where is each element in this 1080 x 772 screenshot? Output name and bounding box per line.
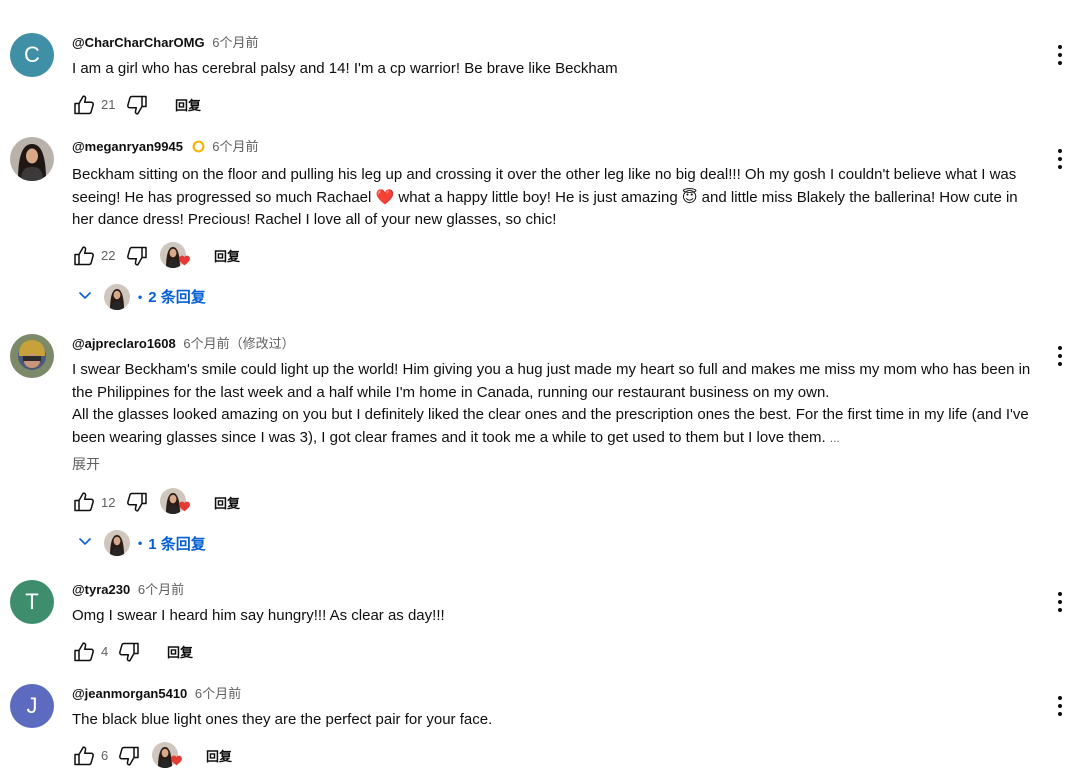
- comment-actions: 12 回复: [72, 488, 1035, 516]
- comment-paragraph: All the glasses looked amazing on you bu…: [72, 404, 1035, 449]
- replies-count: 1 条回复: [148, 535, 206, 553]
- comment-time[interactable]: 6个月前（修改过）: [183, 336, 294, 351]
- comment-text: The black blue light ones they are the p…: [72, 709, 1035, 732]
- like-count: 6: [101, 748, 109, 763]
- reply-button[interactable]: 回复: [214, 493, 240, 512]
- like-count: 4: [101, 644, 109, 659]
- avatar-letter: T: [25, 589, 39, 614]
- comment-header: @meganryan9945 6个月前: [72, 138, 1035, 158]
- avatar[interactable]: [10, 137, 54, 181]
- comment-actions: 4 回复: [72, 638, 1035, 666]
- comment-text: Beckham sitting on the floor and pulling…: [72, 164, 1035, 232]
- view-replies-button[interactable]: • 2 条回复: [72, 282, 1035, 312]
- comment-actions: 21 回复: [72, 91, 1035, 119]
- text-segment: All the glasses looked amazing on you bu…: [72, 406, 1029, 446]
- author-name[interactable]: @tyra230: [72, 582, 130, 597]
- reply-button[interactable]: 回复: [167, 642, 193, 661]
- thumb-down-icon[interactable]: [125, 244, 149, 268]
- separator-dot: •: [138, 536, 143, 550]
- author-name[interactable]: @CharCharCharOMG: [72, 35, 205, 50]
- comment-text: Omg I swear I heard him say hungry!!! As…: [72, 605, 1035, 628]
- kebab-menu-icon[interactable]: [1056, 45, 1064, 65]
- kebab-menu-icon[interactable]: [1056, 592, 1064, 612]
- comment-actions: 22 回复: [72, 242, 1035, 270]
- creator-avatar: [104, 530, 130, 556]
- kebab-menu-icon[interactable]: [1056, 696, 1064, 716]
- avatar[interactable]: T: [10, 580, 54, 624]
- like-count: 12: [101, 494, 116, 510]
- verified-badge-icon: [192, 140, 205, 158]
- comment-paragraph: I am a girl who has cerebral palsy and 1…: [72, 60, 618, 77]
- reply-button[interactable]: 回复: [175, 95, 201, 114]
- comment-paragraph: Omg I swear I heard him say hungry!!! As…: [72, 607, 445, 624]
- kebab-menu-icon[interactable]: [1056, 149, 1064, 169]
- thumb-down-icon[interactable]: [125, 490, 149, 514]
- heart-icon: [178, 254, 191, 272]
- comment-header: @jeanmorgan5410 6个月前: [72, 685, 1035, 703]
- thumb-up-icon[interactable]: [72, 640, 96, 664]
- comment-text: I am a girl who has cerebral palsy and 1…: [72, 58, 1035, 81]
- like-count: 21: [101, 97, 116, 112]
- creator-heart[interactable]: [160, 242, 188, 270]
- avatar-letter: J: [26, 693, 38, 718]
- thumb-up-icon[interactable]: [72, 244, 96, 268]
- thumb-down-icon[interactable]: [117, 744, 141, 768]
- comment-header: @ajpreclaro1608 6个月前（修改过）: [72, 335, 1035, 353]
- heart-icon: [170, 754, 183, 772]
- chevron-down-icon: [78, 534, 92, 552]
- creator-avatar: [104, 284, 130, 310]
- heart-icon: [178, 500, 191, 518]
- creator-heart[interactable]: [152, 742, 180, 770]
- text-segment: what a happy little boy! He is just amaz…: [394, 188, 682, 206]
- author-name[interactable]: @meganryan9945: [72, 139, 183, 154]
- kebab-menu-icon[interactable]: [1056, 346, 1064, 366]
- thumb-down-icon[interactable]: [117, 640, 141, 664]
- creator-heart[interactable]: [160, 488, 188, 516]
- avatar[interactable]: C: [10, 33, 54, 77]
- comment-time[interactable]: 6个月前: [212, 35, 258, 50]
- truncation-ellipsis: ...: [829, 430, 840, 445]
- like-count: 22: [101, 248, 116, 263]
- comment-time[interactable]: 6个月前: [138, 582, 184, 597]
- comment-paragraph: The black blue light ones they are the p…: [72, 711, 493, 728]
- reply-button[interactable]: 回复: [214, 246, 240, 265]
- chevron-down-icon: [78, 288, 92, 306]
- comment-time[interactable]: 6个月前: [212, 139, 258, 154]
- thumb-down-icon[interactable]: [125, 93, 149, 117]
- comment-time[interactable]: 6个月前: [195, 686, 241, 701]
- thumb-up-icon[interactable]: [72, 93, 96, 117]
- author-name[interactable]: @jeanmorgan5410: [72, 686, 187, 701]
- read-more-button[interactable]: 展开: [72, 454, 1035, 474]
- heart-emoji: ❤️: [375, 188, 395, 206]
- comment-paragraph: Beckham sitting on the floor and pulling…: [72, 164, 1035, 232]
- reply-button[interactable]: 回复: [206, 746, 232, 765]
- view-replies-button[interactable]: • 1 条回复: [72, 528, 1035, 558]
- comment-actions: 6 回复: [72, 742, 1035, 770]
- comment-text: I swear Beckham's smile could light up t…: [72, 359, 1035, 449]
- thumb-up-icon[interactable]: [72, 744, 96, 768]
- author-name[interactable]: @ajpreclaro1608: [72, 336, 176, 351]
- avatar-letter: C: [24, 42, 40, 67]
- separator-dot: •: [138, 289, 143, 304]
- thumb-up-icon[interactable]: [72, 490, 96, 514]
- comment-header: @CharCharCharOMG 6个月前: [72, 34, 1035, 52]
- replies-count: 2 条回复: [148, 289, 206, 306]
- avatar[interactable]: [10, 334, 54, 378]
- comment-paragraph: I swear Beckham's smile could light up t…: [72, 361, 1031, 401]
- comment-header: @tyra230 6个月前: [72, 581, 1035, 599]
- avatar[interactable]: J: [10, 684, 54, 728]
- angel-emoji: 😇: [681, 188, 698, 206]
